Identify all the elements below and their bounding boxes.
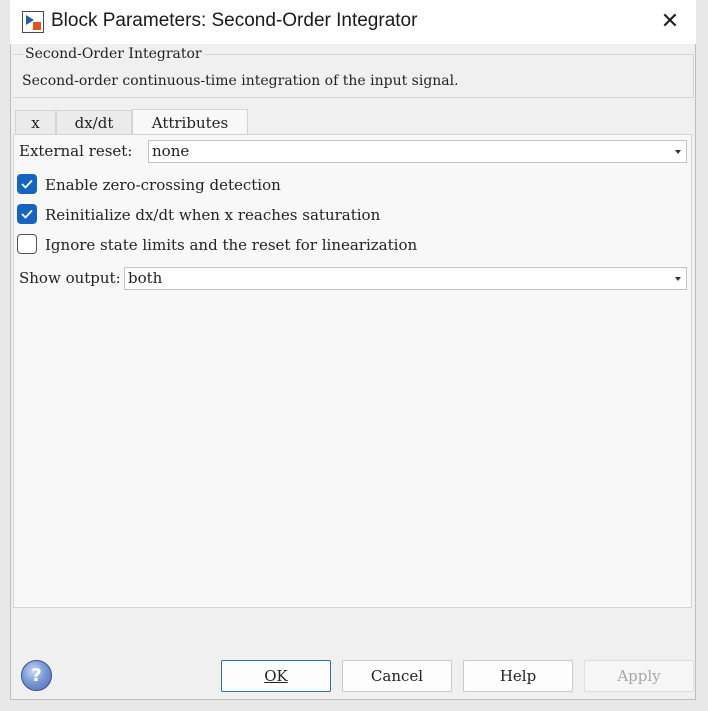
zero-crossing-label: Enable zero-crossing detection: [45, 176, 281, 194]
close-icon: ✕: [660, 9, 680, 34]
reinitialize-checkbox[interactable]: [17, 204, 37, 224]
show-output-label: Show output:: [19, 269, 121, 287]
show-output-value: both: [128, 269, 163, 287]
cancel-button-label: Cancel: [370, 667, 424, 685]
tab-dxdt[interactable]: dx/dt: [56, 110, 132, 135]
ok-button-label: OK: [264, 667, 288, 685]
external-reset-value: none: [152, 142, 190, 160]
help-button[interactable]: Help: [463, 660, 573, 692]
external-reset-select[interactable]: none: [148, 140, 687, 163]
ok-button[interactable]: OK: [221, 660, 331, 692]
apply-button[interactable]: Apply: [584, 660, 694, 692]
chevron-down-icon: [675, 277, 681, 281]
external-reset-label: External reset:: [19, 142, 133, 160]
simulink-block-icon: [22, 11, 44, 33]
help-icon[interactable]: ?: [21, 660, 52, 691]
show-output-select[interactable]: both: [124, 267, 687, 290]
help-button-label: Help: [499, 667, 537, 685]
ignore-limits-checkbox[interactable]: [17, 234, 37, 254]
ignore-limits-label: Ignore state limits and the reset for li…: [45, 236, 418, 254]
zero-crossing-checkbox[interactable]: [17, 174, 37, 194]
apply-button-label: Apply: [617, 667, 661, 685]
reinitialize-label: Reinitialize dx/dt when x reaches satura…: [45, 206, 381, 224]
chevron-down-icon: [675, 150, 681, 154]
tab-attributes[interactable]: Attributes: [132, 109, 248, 135]
checkmark-icon: [21, 209, 33, 219]
cancel-button[interactable]: Cancel: [342, 660, 452, 692]
tab-x[interactable]: x: [15, 110, 56, 135]
checkmark-icon: [21, 179, 33, 189]
block-description: Second-order continuous-time integration…: [22, 73, 459, 89]
description-group-title: Second-Order Integrator: [23, 46, 204, 62]
title-bar: Block Parameters: Second-Order Integrato…: [10, 0, 696, 44]
close-button[interactable]: ✕: [652, 6, 688, 38]
window-title: Block Parameters: Second-Order Integrato…: [51, 10, 418, 31]
